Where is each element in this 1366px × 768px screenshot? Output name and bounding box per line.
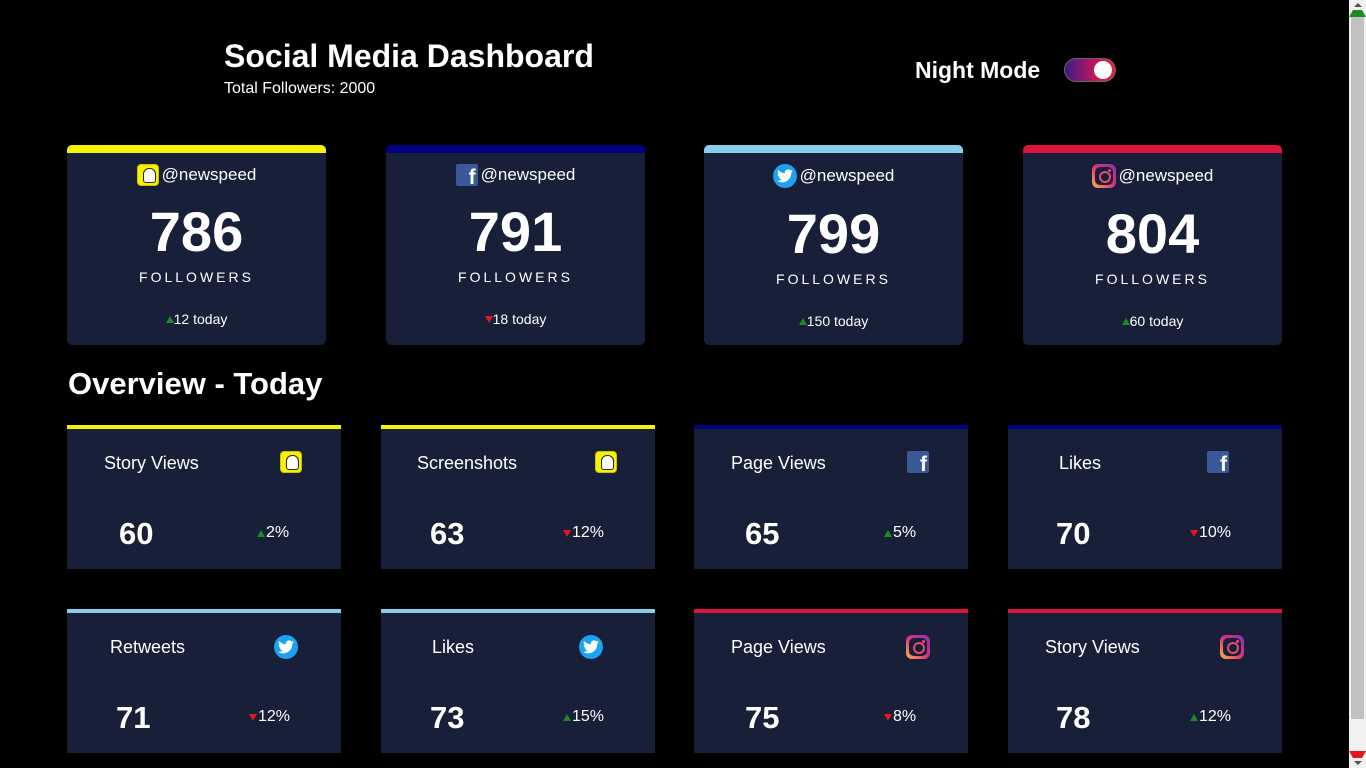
- card-color-bar: [694, 425, 968, 429]
- trend-up-icon: [1121, 317, 1130, 325]
- facebook-icon: f: [907, 451, 929, 473]
- instagram-icon: [1091, 164, 1116, 188]
- trend-up-icon: [1190, 713, 1198, 721]
- twitter-icon: [772, 164, 797, 188]
- handle: @newspeed: [1118, 166, 1214, 185]
- snapchat-icon: [595, 451, 617, 473]
- metric-title: Story Views: [1045, 637, 1140, 657]
- trend-up-icon: [798, 317, 807, 325]
- metric-pct: 8%: [893, 708, 917, 725]
- metric-pct: 2%: [266, 524, 290, 541]
- today-change: 18 today: [492, 311, 547, 327]
- today-change: 12 today: [173, 311, 228, 327]
- metric-title: Retweets: [110, 637, 186, 657]
- overview-card-facebook-page-views[interactable]: Page Views f 65 5%: [694, 425, 968, 569]
- total-followers: Total Followers: 2000: [224, 80, 376, 97]
- metric-pct: 12%: [572, 524, 605, 541]
- overview-card-facebook-likes[interactable]: Likes f 70 10%: [1008, 425, 1282, 569]
- handle: @newspeed: [480, 165, 576, 184]
- metric-title: Story Views: [104, 453, 199, 473]
- trend-down-icon: [884, 713, 892, 721]
- trend-down-icon: [249, 713, 257, 721]
- vertical-scrollbar[interactable]: [1349, 0, 1366, 768]
- trend-up-icon: [257, 529, 265, 537]
- today-change: 150 today: [806, 313, 869, 329]
- trend-down-icon: [484, 315, 493, 323]
- follower-card-twitter[interactable]: @newspeed 799 FOLLOWERS 150 today: [704, 145, 963, 345]
- card-color-bar: [704, 145, 963, 153]
- overview-card-snapchat-story-views[interactable]: Story Views 60 2%: [67, 425, 341, 569]
- follower-count: 791: [468, 200, 563, 263]
- overview-card-instagram-page-views[interactable]: Page Views 75 8%: [694, 609, 968, 753]
- facebook-icon: f: [1207, 451, 1229, 473]
- metric-pct: 12%: [1199, 708, 1232, 725]
- card-color-bar: [67, 609, 341, 613]
- metric-pct: 12%: [258, 708, 291, 725]
- trend-down-icon: [1190, 529, 1198, 537]
- metric-value: 78: [1056, 700, 1091, 735]
- metric-value: 75: [745, 700, 780, 735]
- handle: @newspeed: [799, 166, 895, 185]
- metric-title: Page Views: [731, 453, 826, 473]
- overview-title: Overview - Today: [68, 366, 323, 401]
- card-color-bar: [694, 609, 968, 613]
- follower-card-facebook[interactable]: f @newspeed 791 FOLLOWERS 18 today: [386, 145, 645, 345]
- metric-value: 65: [745, 516, 780, 551]
- metric-title: Screenshots: [417, 453, 518, 473]
- handle: @newspeed: [161, 165, 257, 184]
- metric-title: Likes: [1059, 453, 1102, 473]
- metric-value: 63: [430, 516, 465, 551]
- overview-card-twitter-likes[interactable]: Likes 73 15%: [381, 609, 655, 753]
- follower-card-instagram[interactable]: @newspeed 804 FOLLOWERS 60 today: [1023, 145, 1282, 345]
- metric-title: Page Views: [731, 637, 826, 657]
- scrollbar-thumb[interactable]: [1351, 17, 1364, 719]
- card-color-bar: [381, 609, 655, 613]
- follower-card-snapchat[interactable]: @newspeed 786 FOLLOWERS 12 today: [67, 145, 326, 345]
- overview-card-instagram-story-views[interactable]: Story Views 78 12%: [1008, 609, 1282, 753]
- overview-card-twitter-retweets[interactable]: Retweets 71 12%: [67, 609, 341, 753]
- scroll-down-arrow[interactable]: [1349, 751, 1366, 768]
- follower-count: 804: [1105, 202, 1200, 265]
- follower-count: 799: [786, 202, 881, 265]
- trend-up-icon: [165, 315, 174, 323]
- followers-label: FOLLOWERS: [458, 269, 573, 285]
- scroll-up-arrow[interactable]: [1349, 0, 1366, 17]
- card-color-bar: [1008, 425, 1282, 429]
- card-color-bar: [381, 425, 655, 429]
- today-change: 60 today: [1129, 313, 1184, 329]
- instagram-icon: [1220, 635, 1244, 659]
- metric-title: Likes: [432, 637, 475, 657]
- twitter-icon: [579, 635, 603, 659]
- card-color-bar: [1008, 609, 1282, 613]
- trend-up-icon: [563, 713, 571, 721]
- metric-value: 71: [116, 700, 151, 735]
- metric-value: 73: [430, 700, 465, 735]
- overview-card-snapchat-screenshots[interactable]: Screenshots 63 12%: [381, 425, 655, 569]
- toggle-knob[interactable]: [1094, 61, 1112, 79]
- page-title: Social Media Dashboard: [224, 38, 594, 74]
- followers-label: FOLLOWERS: [1095, 271, 1210, 287]
- night-mode-label: Night Mode: [915, 57, 1041, 83]
- trend-down-icon: [563, 529, 571, 537]
- metric-pct: 10%: [1199, 524, 1232, 541]
- snapchat-icon: [280, 451, 302, 473]
- facebook-icon: f: [455, 164, 478, 186]
- card-color-bar: [1023, 145, 1282, 153]
- snapchat-icon: [136, 164, 159, 186]
- card-color-bar: [67, 145, 326, 153]
- metric-pct: 15%: [572, 708, 605, 725]
- night-mode-toggle[interactable]: [1064, 58, 1116, 82]
- metric-value: 70: [1056, 516, 1091, 551]
- metric-value: 60: [119, 516, 154, 551]
- follower-count: 786: [149, 200, 244, 263]
- trend-up-icon: [884, 529, 892, 537]
- card-color-bar: [67, 425, 341, 429]
- followers-label: FOLLOWERS: [776, 271, 891, 287]
- followers-label: FOLLOWERS: [139, 269, 254, 285]
- instagram-icon: [906, 635, 930, 659]
- card-color-bar: [386, 145, 645, 153]
- metric-pct: 5%: [893, 524, 917, 541]
- twitter-icon: [274, 635, 298, 659]
